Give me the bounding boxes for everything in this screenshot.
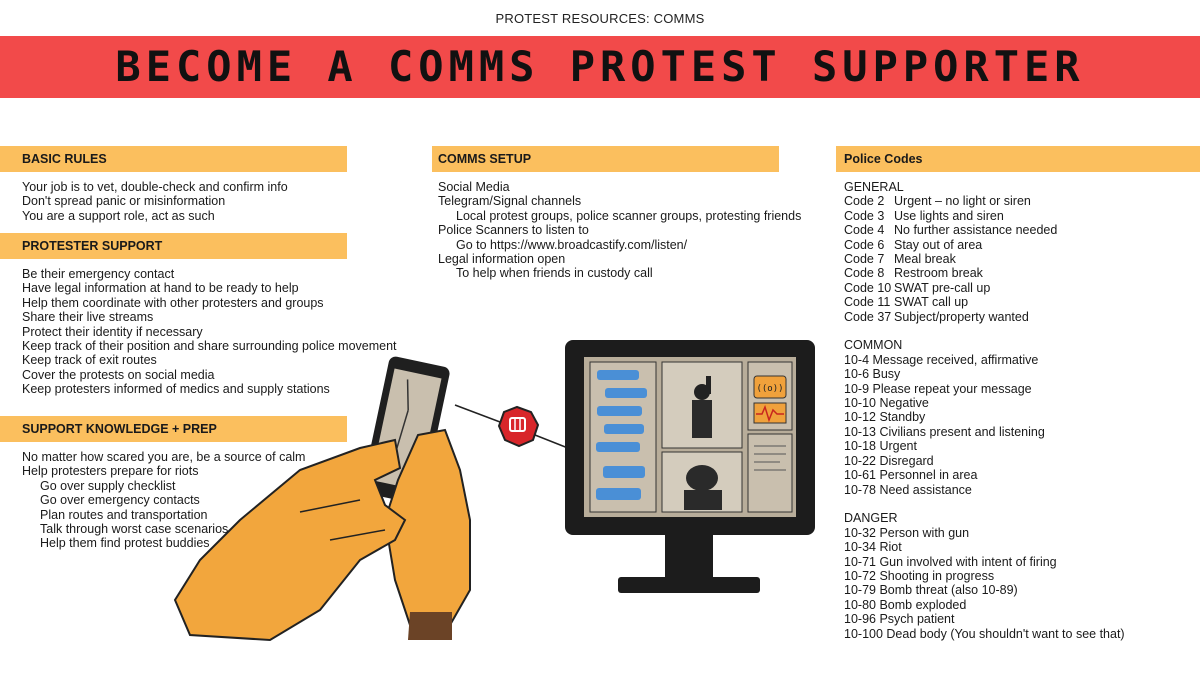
code-row: Code 11 SWAT call up [844, 295, 1125, 309]
code-item: 10-79 Bomb threat (also 10-89) [844, 583, 1018, 598]
code-item: 10-80 Bomb exploded [844, 597, 967, 612]
code-meaning: Urgent – no light or siren [894, 194, 1031, 209]
code-meaning: No further assistance needed [894, 223, 1058, 238]
support-knowledge-list: No matter how scared you are, be a sourc… [22, 450, 305, 551]
section-police-codes: Police Codes [836, 146, 1200, 172]
comms-setup-list: Social Media Telegram/Signal channels Lo… [438, 180, 801, 281]
code-row: Code 37 Subject/property wanted [844, 310, 1125, 324]
code-meaning: Subject/property wanted [894, 309, 1029, 324]
sub-list-item: To help when friends in custody call [456, 266, 653, 281]
raised-fist-badge-icon [497, 405, 540, 448]
list-item: Be their emergency contact [22, 267, 175, 281]
code-item: 10-12 Standby [844, 410, 926, 425]
police-codes-list: GENERAL Code 2 Urgent – no light or siren… [844, 180, 1125, 641]
list-item: Keep protesters informed of medics and s… [22, 382, 330, 397]
code-item: 10-18 Urgent [844, 439, 917, 454]
code-item: 10-78 Need assistance [844, 482, 972, 497]
section-comms-setup: COMMS SETUP [432, 146, 779, 172]
code-row: Code 10 SWAT pre-call up [844, 281, 1125, 295]
sub-list-item: Go to https://www.broadcastify.com/liste… [456, 237, 688, 252]
code-number: Code 4 [844, 223, 885, 238]
group-label-general: GENERAL [844, 180, 904, 194]
section-protester-support: PROTESTER SUPPORT [0, 233, 347, 259]
code-item: 10-61 Personnel in area [844, 468, 978, 483]
code-item: 10-10 Negative [844, 396, 929, 411]
code-item: 10-34 Riot [844, 540, 902, 555]
list-item: Legal information open [438, 252, 566, 267]
list-item: Don't spread panic or misinformation [22, 194, 226, 209]
list-item: Have legal information at hand to be rea… [22, 281, 299, 296]
code-number: Code 11 [844, 295, 891, 310]
code-meaning: Meal break [894, 252, 956, 267]
code-item: 10-22 Disregard [844, 453, 934, 468]
list-item: Social Media [438, 180, 510, 194]
sub-list-item: Go over supply checklist [40, 478, 176, 493]
code-meaning: Use lights and siren [894, 208, 1004, 223]
code-number: Code 2 [844, 194, 885, 209]
group-label-common: COMMON [844, 338, 903, 353]
code-item: 10-32 Person with gun [844, 525, 970, 540]
code-item: 10-72 Shooting in progress [844, 568, 995, 583]
basic-rules-list: Your job is to vet, double-check and con… [22, 180, 288, 223]
group-label-danger: DANGER [844, 511, 898, 526]
code-meaning: Restroom break [894, 266, 983, 281]
list-item: Protect their identity if necessary [22, 324, 203, 339]
sub-list-item: Local protest groups, police scanner gro… [456, 208, 802, 223]
code-number: Code 8 [844, 266, 885, 281]
sub-list-item: Help them find protest buddies [40, 536, 210, 551]
code-row: Code 8 Restroom break [844, 266, 1125, 280]
code-row: Code 7 Meal break [844, 252, 1125, 266]
code-meaning: SWAT pre-call up [894, 280, 991, 295]
code-number: Code 3 [844, 208, 885, 223]
list-item: Keep track of their position and share s… [22, 339, 397, 354]
code-row: Code 3 Use lights and siren [844, 209, 1125, 223]
list-item: Help protesters prepare for riots [22, 464, 199, 479]
sub-list-item: Plan routes and transportation [40, 507, 208, 522]
code-row: Code 2 Urgent – no light or siren [844, 194, 1125, 208]
list-item: You are a support role, act as such [22, 208, 215, 223]
code-row: Code 4 No further assistance needed [844, 223, 1125, 237]
code-row: Code 6 Stay out of area [844, 238, 1125, 252]
list-item: Your job is to vet, double-check and con… [22, 180, 288, 194]
sub-list-item: Go over emergency contacts [40, 493, 200, 508]
radio-signal-icon: ((o)) [756, 384, 783, 394]
monitor-icon: ((o)) [565, 340, 815, 593]
code-item: 10-4 Message received, affirmative [844, 352, 1039, 367]
list-item: Police Scanners to listen to [438, 223, 589, 238]
list-item: Cover the protests on social media [22, 367, 215, 382]
list-item: Share their live streams [22, 310, 154, 325]
list-item: Telegram/Signal channels [438, 194, 582, 209]
section-support-knowledge: SUPPORT KNOWLEDGE + PREP [0, 416, 347, 442]
code-item: 10-9 Please repeat your message [844, 381, 1032, 396]
code-number: Code 10 [844, 280, 892, 295]
connector-line-left [454, 404, 501, 423]
code-meaning: Stay out of area [894, 237, 983, 252]
section-basic-rules: BASIC RULES [0, 146, 347, 172]
code-item: 10-6 Busy [844, 367, 901, 382]
sub-list-item: Talk through worst case scenarios [40, 522, 229, 537]
code-number: Code 7 [844, 252, 885, 267]
code-number: Code 37 [844, 309, 892, 324]
protester-support-list: Be their emergency contact Have legal in… [22, 267, 397, 397]
code-meaning: SWAT call up [894, 295, 969, 310]
code-item: 10-96 Psych patient [844, 612, 955, 627]
code-item: 10-13 Civilians present and listening [844, 424, 1045, 439]
code-item: 10-71 Gun involved with intent of firing [844, 554, 1057, 569]
list-item: Keep track of exit routes [22, 353, 157, 368]
list-item: No matter how scared you are, be a sourc… [22, 450, 306, 464]
code-number: Code 6 [844, 237, 885, 252]
list-item: Help them coordinate with other proteste… [22, 295, 324, 310]
code-item: 10-100 Dead body (You shouldn't want to … [844, 626, 1125, 641]
